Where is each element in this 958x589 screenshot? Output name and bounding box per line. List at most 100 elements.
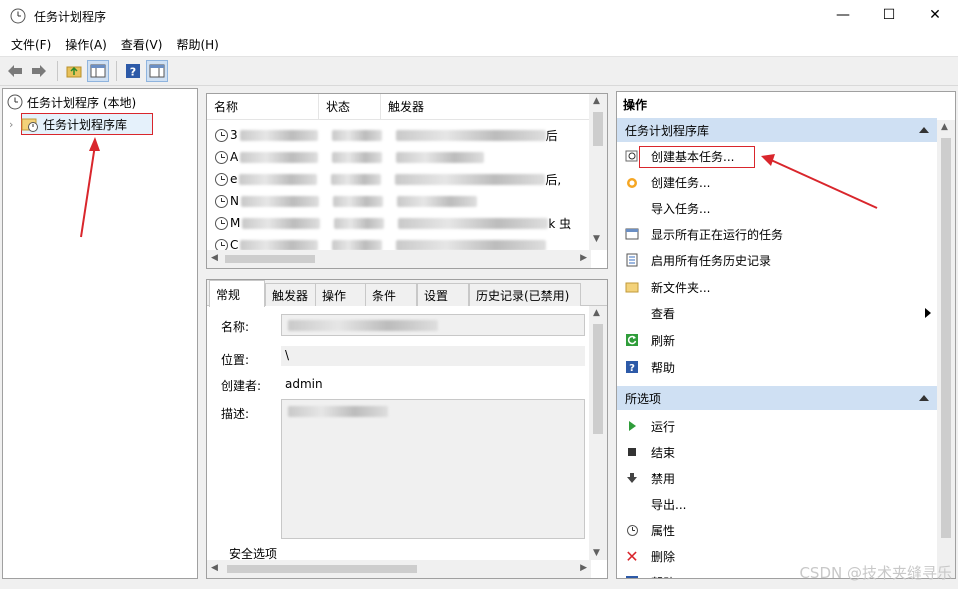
action-label: 禁用: [651, 471, 676, 486]
up-folder-button[interactable]: [63, 60, 85, 82]
action-label: 结束: [651, 445, 676, 460]
author-value: admin: [285, 377, 323, 391]
action-label: 帮助: [651, 574, 675, 579]
view-action[interactable]: 查看: [617, 300, 937, 326]
scroll-left-arrow-icon[interactable]: ◀: [211, 563, 218, 573]
actions-pane: 操作 任务计划程序库 创建基本任务... 创建任务... 导入任务... 显示所…: [616, 91, 956, 579]
run-action[interactable]: 运行: [617, 413, 937, 439]
action-label: 属性: [651, 523, 676, 538]
task-list: 名称 状态 触发器 3后 A e 后, N Mk 虫 C ▲ ▼ ◀ ▶: [206, 93, 608, 269]
running-tasks-icon: [625, 227, 639, 241]
back-arrow-icon: [8, 65, 22, 77]
scroll-up-arrow-icon[interactable]: ▲: [593, 96, 600, 106]
task-name-prefix: A: [230, 150, 239, 164]
scroll-left-arrow-icon[interactable]: ◀: [211, 253, 218, 263]
help-action[interactable]: ? 帮助: [617, 354, 937, 380]
column-header-status[interactable]: 状态: [319, 94, 381, 120]
task-name-prefix: N: [230, 194, 239, 208]
tab-settings[interactable]: 设置: [417, 283, 469, 306]
column-header-triggers[interactable]: 触发器: [381, 94, 591, 120]
refresh-icon: [625, 333, 639, 347]
tree-library-label: 任务计划程序库: [43, 117, 128, 132]
tab-triggers[interactable]: 触发器: [265, 283, 317, 306]
enable-history-action[interactable]: 启用所有任务历史记录: [617, 247, 937, 273]
expand-chevron-icon[interactable]: ›: [9, 118, 21, 131]
export-action[interactable]: 导出...: [617, 491, 937, 517]
details-tabs: 常规 触发器 操作 条件 设置 历史记录(已禁用): [207, 280, 607, 307]
menu-help[interactable]: 帮助(H): [169, 36, 225, 53]
show-running-tasks-action[interactable]: 显示所有正在运行的任务: [617, 221, 937, 247]
pane-splitter[interactable]: [206, 270, 608, 278]
tree-item-library[interactable]: › 任务计划程序库: [9, 114, 127, 134]
table-row[interactable]: N: [207, 190, 587, 212]
section-task-library[interactable]: 任务计划程序库: [617, 118, 937, 142]
scroll-up-arrow-icon[interactable]: ▲: [941, 122, 948, 132]
menu-view[interactable]: 查看(V): [114, 36, 170, 53]
task-trigger-suffix: 后,: [545, 172, 562, 187]
details-vertical-scrollbar[interactable]: ▲ ▼: [589, 306, 607, 560]
action-label: 新文件夹...: [651, 280, 711, 295]
menu-bar: 文件(F) 操作(A) 查看(V) 帮助(H): [0, 32, 958, 56]
task-name-field[interactable]: [281, 314, 585, 336]
description-field[interactable]: [281, 399, 585, 539]
forward-arrow-icon: [32, 65, 46, 77]
action-label: 刷新: [651, 333, 676, 348]
watermark: CSDN @技术夹缝寻乐: [799, 564, 952, 582]
disable-action[interactable]: 禁用: [617, 465, 937, 491]
table-row[interactable]: Mk 虫: [207, 212, 587, 234]
show-action-pane-button[interactable]: [146, 60, 168, 82]
task-list-horizontal-scrollbar[interactable]: ◀ ▶: [207, 250, 591, 268]
scroll-right-arrow-icon[interactable]: ▶: [580, 253, 587, 263]
help-toolbar-button[interactable]: ?: [122, 60, 144, 82]
back-button[interactable]: [4, 60, 26, 82]
scroll-right-arrow-icon[interactable]: ▶: [580, 563, 587, 573]
end-action[interactable]: 结束: [617, 439, 937, 465]
scroll-down-arrow-icon[interactable]: ▼: [593, 234, 600, 244]
table-row[interactable]: 3后: [207, 124, 587, 146]
table-row[interactable]: A: [207, 146, 587, 168]
submenu-arrow-icon: [925, 308, 931, 318]
tab-actions[interactable]: 操作: [315, 283, 367, 306]
close-button[interactable]: ✕: [912, 0, 958, 30]
scroll-up-arrow-icon[interactable]: ▲: [593, 308, 600, 318]
collapse-arrow-icon[interactable]: [919, 395, 929, 401]
task-clock-icon: [215, 150, 228, 164]
tab-history[interactable]: 历史记录(已禁用): [469, 283, 581, 306]
action-label: 帮助: [651, 360, 676, 375]
tab-general[interactable]: 常规: [209, 280, 265, 307]
scroll-thumb[interactable]: [941, 138, 951, 538]
menu-action[interactable]: 操作(A): [58, 36, 114, 53]
scroll-thumb[interactable]: [227, 565, 417, 573]
new-folder-action[interactable]: 新文件夹...: [617, 274, 937, 300]
table-row[interactable]: e 后,: [207, 168, 587, 190]
task-trigger-suffix: 后: [545, 128, 558, 143]
tab-conditions[interactable]: 条件: [365, 283, 417, 306]
maximize-button[interactable]: ☐: [866, 0, 912, 30]
column-header-name[interactable]: 名称: [207, 94, 319, 120]
run-icon: [625, 419, 639, 433]
actions-vertical-scrollbar[interactable]: ▲: [937, 120, 955, 578]
refresh-action[interactable]: 刷新: [617, 327, 937, 353]
show-hide-tree-button[interactable]: [87, 60, 109, 82]
scroll-thumb[interactable]: [593, 324, 603, 434]
properties-action[interactable]: 属性: [617, 517, 937, 543]
annotation-arrow: [80, 137, 100, 238]
section-selected-item[interactable]: 所选项: [617, 386, 937, 410]
task-scheduler-clock-icon: [10, 8, 26, 24]
history-log-icon: [625, 253, 639, 267]
task-list-vertical-scrollbar[interactable]: ▲ ▼: [589, 94, 607, 250]
minimize-button[interactable]: —: [820, 0, 866, 30]
scroll-thumb[interactable]: [225, 255, 315, 263]
scroll-thumb[interactable]: [593, 112, 603, 146]
create-task-action[interactable]: 创建任务...: [617, 169, 937, 195]
description-label: 描述:: [221, 407, 250, 421]
action-label: 导入任务...: [651, 201, 711, 216]
details-horizontal-scrollbar[interactable]: ◀ ▶: [207, 560, 591, 578]
tree-item-root[interactable]: 任务计划程序 (本地): [7, 92, 136, 112]
collapse-arrow-icon[interactable]: [919, 127, 929, 133]
stop-icon: [625, 445, 639, 459]
forward-button[interactable]: [28, 60, 50, 82]
import-task-action[interactable]: 导入任务...: [617, 195, 937, 221]
menu-file[interactable]: 文件(F): [4, 36, 58, 53]
scroll-down-arrow-icon[interactable]: ▼: [593, 548, 600, 558]
